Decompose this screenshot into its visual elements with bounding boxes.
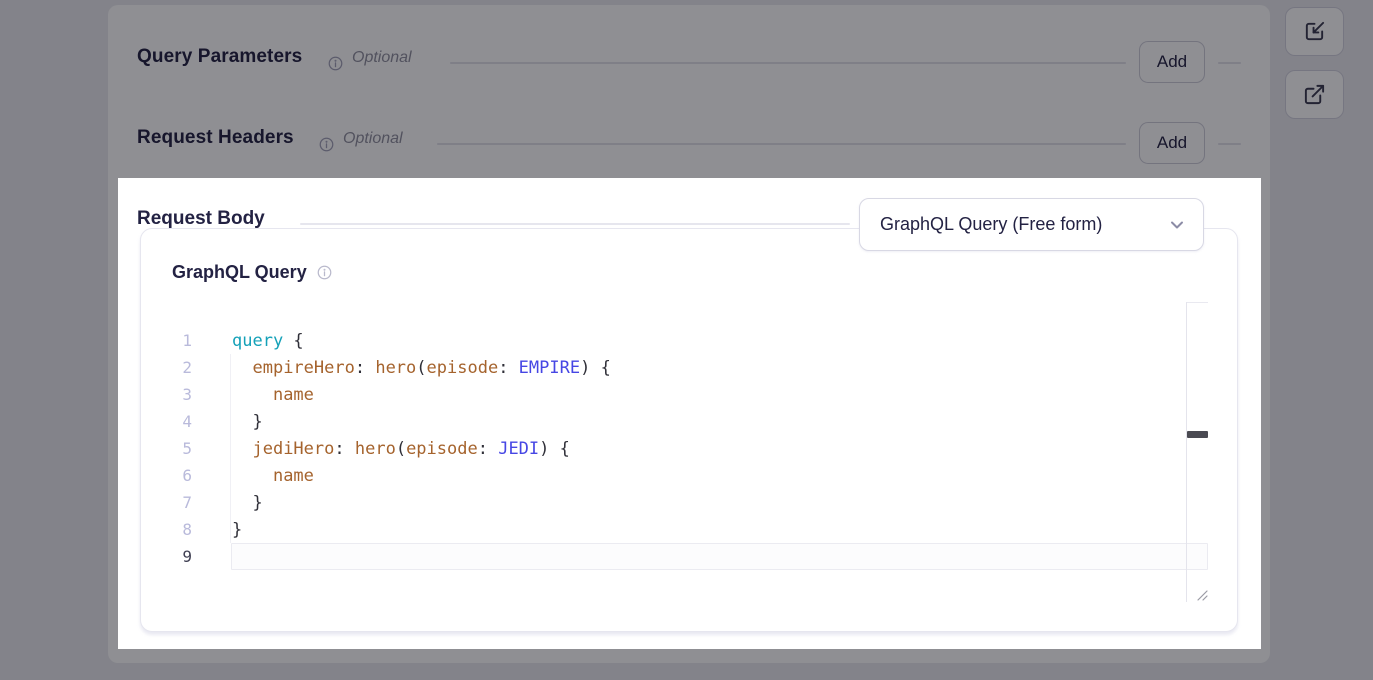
divider — [300, 223, 850, 225]
body-type-dropdown[interactable]: GraphQL Query (Free form) — [859, 198, 1204, 251]
code-line[interactable] — [231, 543, 1208, 570]
divider — [1218, 143, 1241, 145]
divider — [437, 143, 1126, 145]
divider — [1218, 62, 1241, 64]
code-line[interactable]: empireHero: hero(episode: EMPIRE) { — [231, 354, 1208, 381]
editor-code-lines[interactable]: query { empireHero: hero(episode: EMPIRE… — [231, 327, 1208, 570]
query-parameters-title: Query Parameters — [137, 46, 302, 68]
code-token-punct: ) { — [580, 358, 611, 378]
code-token-atom: JEDI — [498, 439, 539, 459]
line-number: 2 — [156, 354, 192, 381]
line-number: 3 — [156, 381, 192, 408]
code-token-punct: ( — [416, 358, 426, 378]
line-number: 9 — [156, 543, 192, 570]
code-token-punct: : — [355, 358, 375, 378]
add-request-header-button[interactable]: Add — [1139, 122, 1205, 164]
code-line[interactable]: } — [231, 408, 1208, 435]
code-token-punct — [232, 466, 273, 486]
code-token-punct: ) { — [539, 439, 570, 459]
code-line[interactable]: } — [231, 516, 1208, 543]
line-number: 8 — [156, 516, 192, 543]
chevron-down-icon — [1167, 215, 1187, 235]
code-line[interactable]: name — [231, 462, 1208, 489]
code-token-punct: : — [334, 439, 354, 459]
external-link-icon — [1303, 83, 1326, 106]
edit-in-box-button[interactable] — [1285, 7, 1344, 56]
code-token-property: empireHero — [252, 358, 354, 378]
code-token-property: hero — [375, 358, 416, 378]
arrow-into-box-icon — [1303, 20, 1326, 43]
line-number: 7 — [156, 489, 192, 516]
code-token-property: episode — [427, 358, 499, 378]
scrollbar-track — [1186, 302, 1208, 303]
line-number: 4 — [156, 408, 192, 435]
code-token-property: episode — [406, 439, 478, 459]
code-token-property: name — [273, 466, 314, 486]
code-token-punct — [232, 358, 252, 378]
divider — [450, 62, 1126, 64]
line-number: 6 — [156, 462, 192, 489]
open-external-button[interactable] — [1285, 70, 1344, 119]
line-number: 1 — [156, 327, 192, 354]
code-token-atom: EMPIRE — [519, 358, 580, 378]
request-headers-optional: Optional — [343, 130, 403, 148]
request-body-title: Request Body — [137, 208, 265, 230]
code-token-punct: ( — [396, 439, 406, 459]
body-type-selected-value: GraphQL Query (Free form) — [880, 214, 1167, 235]
code-token-property: hero — [355, 439, 396, 459]
resize-handle-icon[interactable] — [1194, 587, 1208, 601]
code-line[interactable]: query { — [231, 327, 1208, 354]
code-token-punct: } — [232, 520, 242, 540]
code-token-keyword: query — [232, 331, 283, 351]
scrollbar-thumb[interactable] — [1187, 431, 1208, 438]
code-token-punct: : — [478, 439, 498, 459]
code-token-property: name — [273, 385, 314, 405]
code-token-punct: } — [232, 412, 263, 432]
query-parameters-optional: Optional — [352, 49, 412, 67]
info-icon[interactable] — [317, 265, 332, 280]
code-token-punct — [232, 439, 252, 459]
code-token-punct: { — [283, 331, 303, 351]
editor-line-numbers: 123456789 — [156, 327, 192, 570]
request-body-section: Request Body GraphQL Query (Free form) G… — [118, 178, 1261, 649]
request-headers-title: Request Headers — [137, 127, 294, 149]
code-line[interactable]: } — [231, 489, 1208, 516]
code-line[interactable]: name — [231, 381, 1208, 408]
add-query-parameter-button[interactable]: Add — [1139, 41, 1205, 83]
scrollbar-track — [1186, 302, 1187, 602]
graphql-query-label: GraphQL Query — [172, 262, 307, 283]
code-line[interactable]: jediHero: hero(episode: JEDI) { — [231, 435, 1208, 462]
line-number: 5 — [156, 435, 192, 462]
code-token-punct — [232, 385, 273, 405]
info-icon[interactable] — [319, 137, 334, 152]
graphql-query-panel: GraphQL Query 123456789 query { empireHe… — [140, 228, 1238, 632]
info-icon[interactable] — [328, 56, 343, 71]
code-token-property: jediHero — [252, 439, 334, 459]
code-token-punct: : — [498, 358, 518, 378]
code-token-punct: } — [232, 493, 263, 513]
